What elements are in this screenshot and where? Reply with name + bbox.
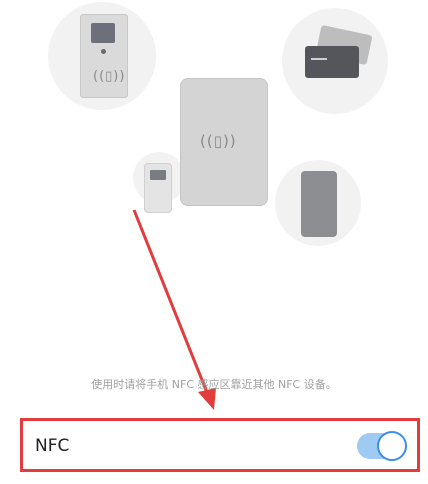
nfc-label: NFC [35,436,70,456]
toggle-knob [377,431,407,461]
nfc-setting-row[interactable]: NFC [20,418,420,472]
nfc-toggle[interactable] [357,431,407,461]
annotation-arrow [132,209,216,410]
nfc-hint-text: 使用时请将手机 NFC 感应区靠近其他 NFC 设备。 [91,378,337,391]
